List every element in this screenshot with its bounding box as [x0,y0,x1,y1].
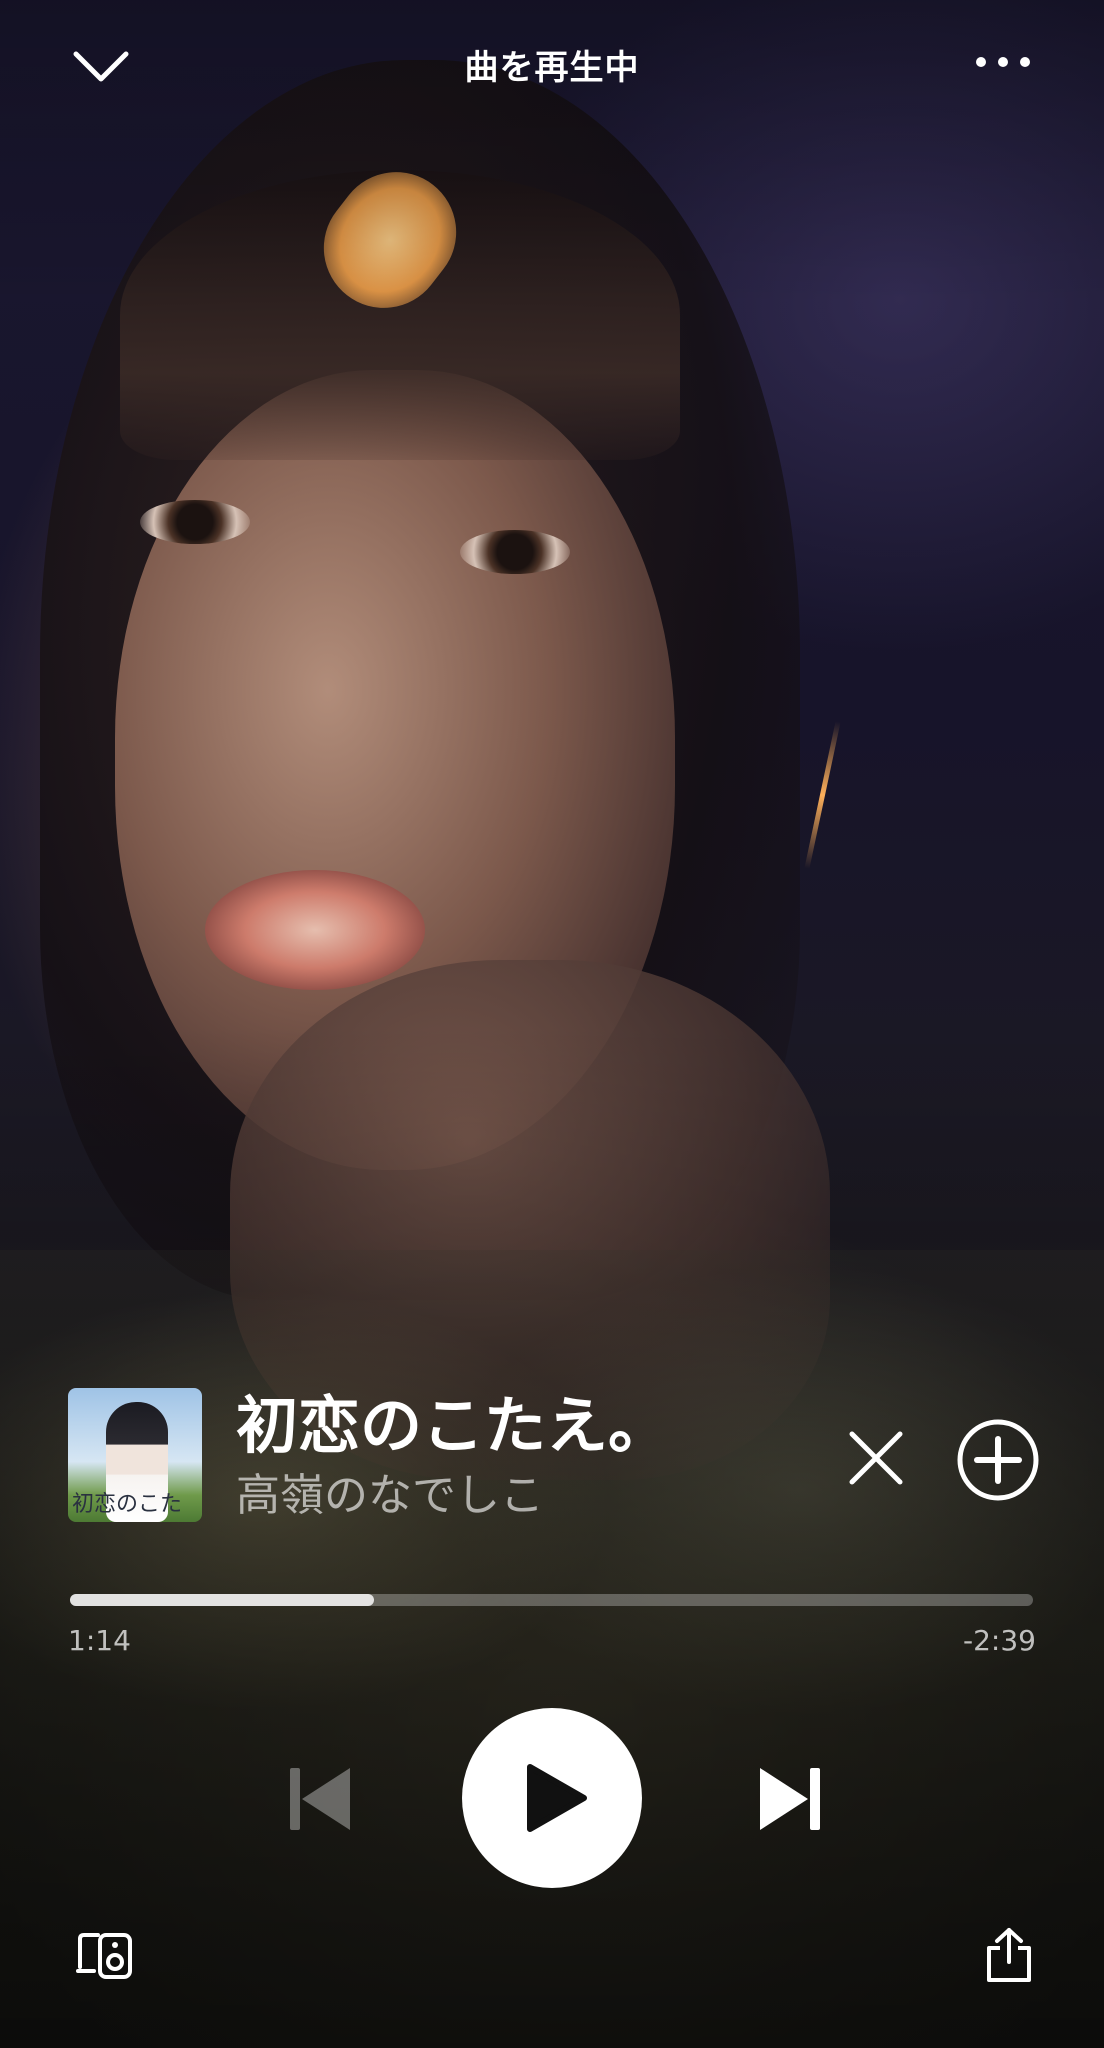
more-horizontal-icon [976,57,1030,67]
track-info: 初恋のこた 初恋のこたえ。 高嶺のなでしこ [68,1388,1048,1526]
play-button[interactable] [462,1708,642,1888]
elapsed-time: 1:14 [68,1624,131,1657]
header: 曲を再生中 [0,0,1104,130]
devices-icon [76,1933,132,1979]
now-playing-screen: 曲を再生中 初恋のこた 初恋のこたえ。 高嶺のなでしこ 1:14 -2:39 [0,0,1104,2048]
close-icon [849,1431,903,1485]
add-to-library-button[interactable] [948,1410,1048,1510]
skip-next-icon [760,1768,820,1830]
previous-track-button[interactable] [270,1754,370,1844]
skip-previous-icon [290,1768,350,1830]
artist-name[interactable]: 高嶺のなでしこ [236,1471,544,1520]
play-icon [527,1764,587,1832]
page-title: 曲を再生中 [464,48,640,88]
dislike-button[interactable] [828,1410,924,1506]
album-cover[interactable]: 初恋のこた [68,1388,202,1522]
remaining-time: -2:39 [963,1624,1036,1657]
devices-button[interactable] [70,1924,140,1988]
song-title[interactable]: 初恋のこたえ。 [236,1391,670,1460]
progress-bar[interactable] [70,1594,1033,1606]
share-button[interactable] [974,1920,1044,1990]
share-icon [987,1928,1031,1982]
more-options-button[interactable] [960,34,1046,90]
cover-title-text: 初恋のこた [72,1492,183,1517]
add-circle-icon [957,1419,1039,1501]
next-track-button[interactable] [740,1754,840,1844]
progress-fill [70,1594,375,1606]
